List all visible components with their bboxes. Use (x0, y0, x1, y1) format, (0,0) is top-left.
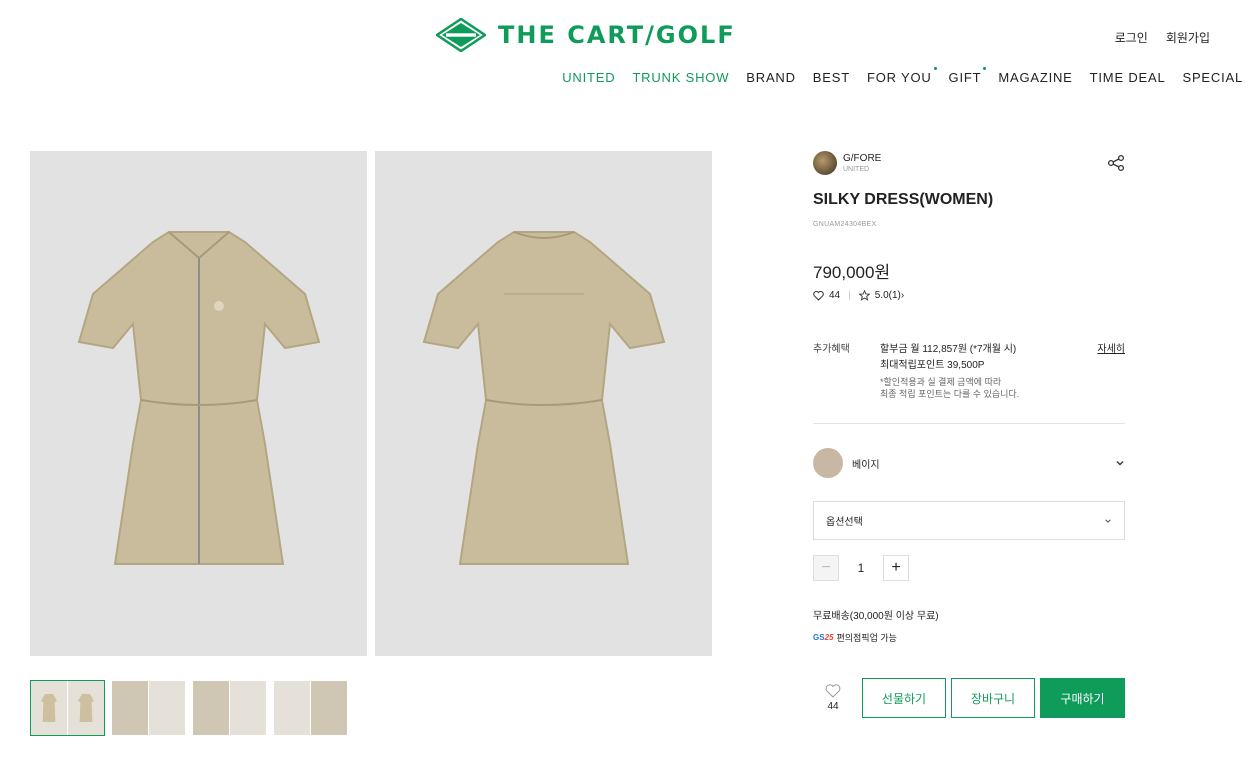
color-selector[interactable]: 베이지 (813, 447, 1125, 479)
brand-row: G/FORE UNITED (813, 151, 1125, 175)
nav-best[interactable]: BEST (813, 70, 850, 85)
option-select[interactable]: 옵션선택 (813, 501, 1125, 540)
brand-avatar[interactable] (813, 151, 837, 175)
product-title: SILKY DRESS(WOMEN) (813, 191, 994, 208)
add-to-cart-button[interactable]: 장바구니 (951, 678, 1035, 718)
nav-gift-wrap[interactable]: GIFT (948, 67, 987, 85)
quantity-value[interactable]: 1 (839, 561, 883, 575)
benefit-note-2: 최종 적립 포인트는 다를 수 있습니다. (880, 389, 1020, 399)
product-code: GNUAM24304BEX (813, 221, 877, 228)
stats-divider: | (848, 290, 851, 301)
pickup-text: 편의점픽업 가능 (836, 633, 897, 643)
nav-for-you: FOR YOU (866, 70, 932, 85)
purchase-actions: 44 선물하기 장바구니 구매하기 (813, 678, 1125, 718)
logo-mark-icon (436, 18, 486, 52)
rating-link[interactable]: 5.0(1)› (875, 290, 904, 301)
brand-category: UNITED (843, 165, 870, 173)
color-swatch (813, 448, 843, 478)
main-nav: UNITED TRUNK SHOW BRAND BEST FOR YOU GIF… (562, 67, 1243, 85)
logo-text: THE CART/GOLF (498, 21, 736, 49)
option-select-placeholder: 옵션선택 (826, 517, 863, 528)
product-price: 790,000원 (813, 263, 891, 282)
points-info: 최대적립포인트 39,500P (880, 360, 985, 371)
thumbnail-strip (30, 680, 348, 736)
product-stats: 44 | 5.0(1)› (813, 290, 904, 301)
thumbnail-4[interactable] (273, 680, 348, 736)
benefit-details-link[interactable]: 자세히 (1097, 340, 1125, 355)
quantity-stepper: − 1 + (813, 555, 909, 581)
gift-button[interactable]: 선물하기 (862, 678, 946, 718)
gs25-logo-icon: GS25 (813, 633, 834, 642)
rating-value: 5.0(1) (874, 290, 901, 301)
color-label: 베이지 (852, 459, 880, 471)
thumbnail-3[interactable] (192, 680, 267, 736)
site-logo[interactable]: THE CART/GOLF (436, 18, 736, 52)
chevron-down-icon (1105, 518, 1111, 523)
dress-front-image (77, 230, 320, 565)
nav-special[interactable]: SPECIAL (1182, 70, 1243, 85)
nav-trunk-show[interactable]: TRUNK SHOW (632, 70, 729, 85)
thumbnail-1[interactable] (30, 680, 105, 736)
star-icon (858, 290, 870, 301)
signup-link[interactable]: 회원가입 (1166, 29, 1210, 46)
nav-brand[interactable]: BRAND (746, 70, 796, 85)
rating-arrow-icon: › (900, 290, 905, 301)
nav-united[interactable]: UNITED (562, 70, 615, 85)
buy-now-button[interactable]: 구매하기 (1040, 678, 1125, 718)
share-icon[interactable] (1107, 154, 1125, 172)
wishlist-button[interactable]: 44 (813, 684, 853, 712)
login-link[interactable]: 로그인 (1115, 29, 1148, 46)
quantity-minus-button[interactable]: − (813, 555, 839, 581)
new-dot (933, 67, 937, 70)
auth-links: 로그인 회원가입 (1115, 29, 1210, 46)
brand-name[interactable]: G/FORE (843, 153, 881, 164)
wishlist-count: 44 (827, 701, 839, 712)
product-image-back[interactable] (375, 151, 712, 656)
quantity-plus-button[interactable]: + (883, 555, 909, 581)
like-count: 44 (829, 290, 841, 301)
product-image-front[interactable] (30, 151, 367, 656)
nav-time-deal[interactable]: TIME DEAL (1090, 70, 1166, 85)
nav-for-you-wrap[interactable]: FOR YOU (866, 67, 937, 85)
nav-gift: GIFT (948, 70, 982, 85)
section-divider (813, 423, 1125, 424)
dress-thumb-icon (41, 694, 57, 722)
heart-icon (825, 684, 841, 698)
chevron-down-icon (1116, 461, 1124, 466)
new-dot (983, 67, 987, 70)
dress-back-image (422, 230, 665, 565)
benefit-label: 추가혜택 (813, 344, 850, 355)
shipping-info: 무료배송(30,000원 이상 무료) (813, 611, 939, 622)
heart-icon (813, 290, 824, 301)
thumbnail-2[interactable] (111, 680, 186, 736)
nav-magazine[interactable]: MAGAZINE (998, 70, 1072, 85)
pickup-info: GS25 편의점픽업 가능 (813, 631, 897, 644)
dress-thumb-icon (78, 694, 94, 722)
installment-info: 할부금 월 112,857원 (*7개월 시) (880, 344, 1017, 355)
